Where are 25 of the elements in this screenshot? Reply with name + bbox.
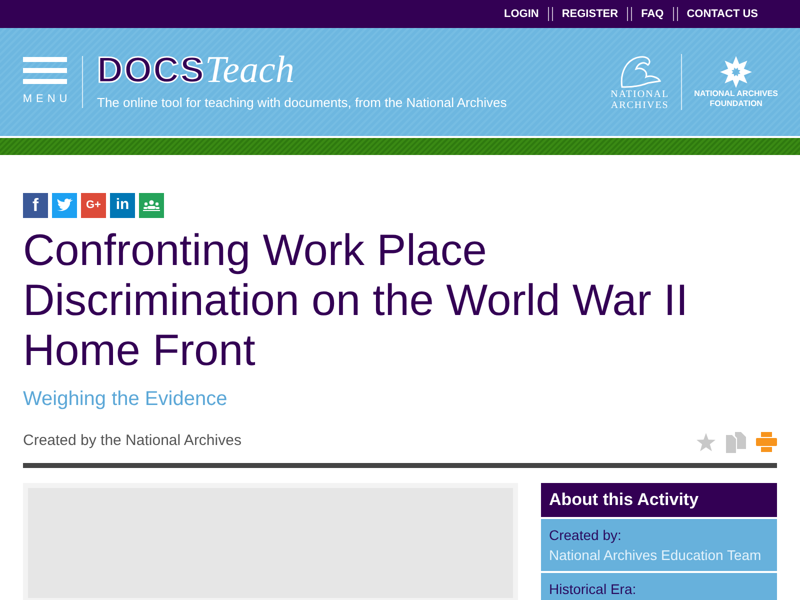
site-logo[interactable]: DOCSTeach — [97, 51, 507, 90]
star-icon[interactable] — [696, 432, 716, 452]
page-title: Confronting Work Place Discrimination on the World War II Home Front — [23, 226, 690, 376]
panel-heading: About this Activity — [541, 482, 777, 516]
copy-icon[interactable] — [726, 432, 746, 452]
share-button[interactable]: in — [110, 193, 135, 218]
tagline: The online tool for teaching with documents, from the National Archives — [97, 94, 507, 112]
nav-link[interactable]: FAQ — [641, 6, 664, 22]
people-icon — [143, 200, 160, 211]
field-label: Created by: — [549, 526, 622, 544]
nav-link[interactable]: CONTACT US — [686, 6, 758, 22]
share-button[interactable] — [139, 193, 164, 218]
nav-link[interactable]: REGISTER — [562, 6, 618, 22]
menu-icon — [23, 56, 67, 85]
field-label: Historical Era: — [549, 580, 638, 598]
activity-type: Weighing the Evidence — [23, 387, 228, 412]
byline: Created by the National Archives — [23, 431, 242, 451]
printer-icon[interactable] — [756, 432, 777, 452]
star-burst-icon — [719, 55, 754, 89]
bird-icon — [56, 198, 74, 213]
field-value: National Archives Education Team — [549, 546, 762, 564]
share-button[interactable]: G+ — [81, 193, 106, 218]
nav-link[interactable]: LOGIN — [504, 6, 539, 22]
share-button[interactable]: f — [23, 193, 48, 218]
share-button[interactable] — [52, 193, 77, 218]
